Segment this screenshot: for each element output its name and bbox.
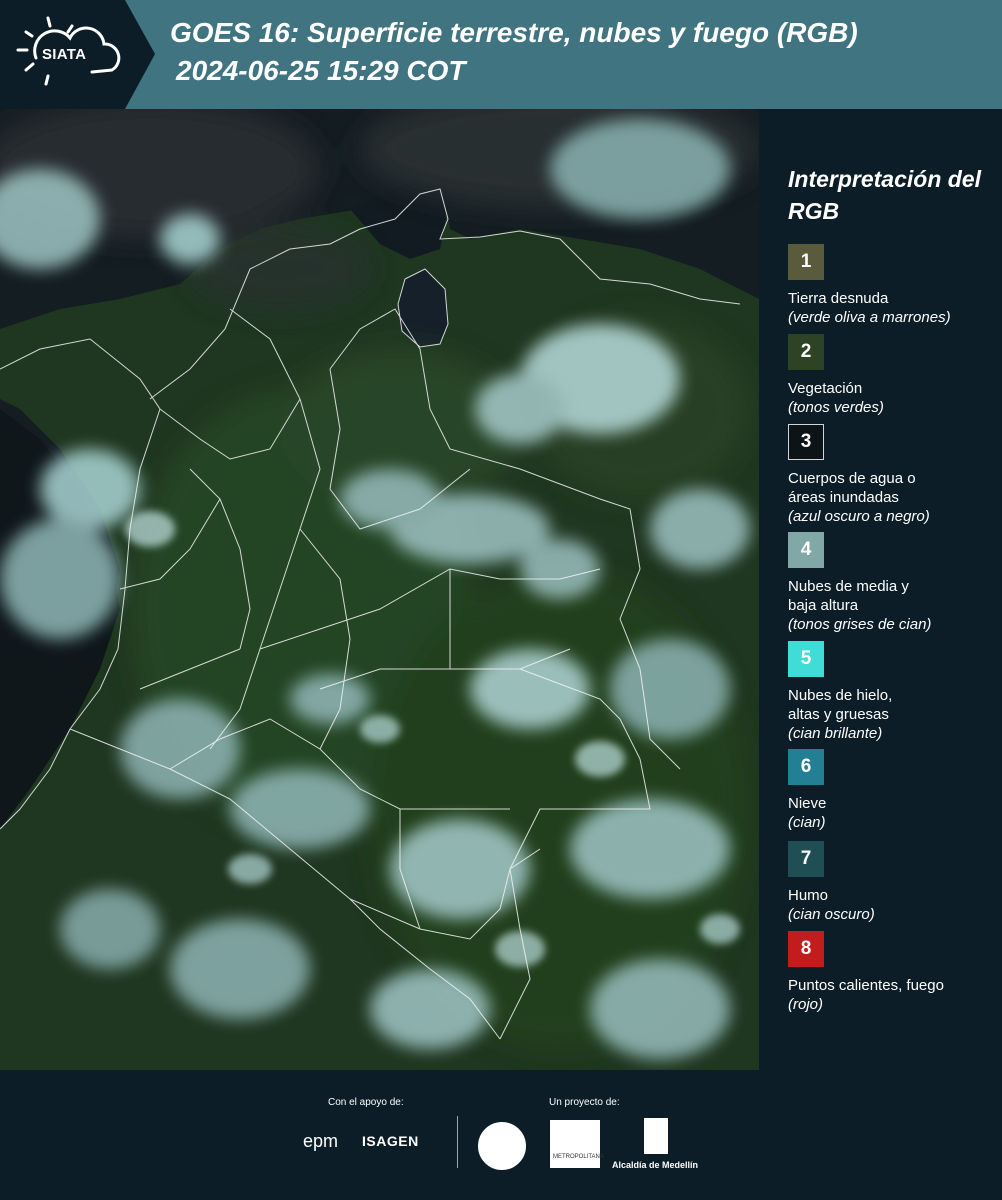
satellite-image	[0, 109, 759, 1070]
legend-item-vegetation: 2 Vegetación (tonos verdes)	[788, 334, 998, 417]
legend-sublabel: (tonos grises de cian)	[788, 616, 932, 633]
legend-swatch: 2	[788, 334, 824, 370]
alcaldia-shield-icon	[644, 1118, 668, 1154]
header-bar: SIATA GOES 16: Superficie terrestre, nub…	[0, 0, 1002, 109]
logo-text: SIATA	[42, 46, 87, 63]
legend-label: Puntos calientes, fuego	[788, 977, 944, 994]
legend-swatch: 6	[788, 749, 824, 785]
legend-sublabel: (cian brillante)	[788, 725, 883, 742]
legend-swatch: 3	[788, 424, 824, 460]
support-label: Con el apoyo de:	[328, 1097, 404, 1108]
legend-item-ice-clouds: 5 Nubes de hielo, altas y gruesas (cian …	[788, 641, 998, 743]
satellite-map-svg	[0, 109, 759, 1070]
legend-sublabel: (rojo)	[788, 996, 824, 1013]
area-metropolitana-logo	[550, 1120, 600, 1168]
legend-item-low-clouds: 4 Nubes de media y baja altura (tonos gr…	[788, 532, 998, 634]
legend-label: Nubes de media y baja altura	[788, 578, 909, 614]
legend-swatch: 7	[788, 841, 824, 877]
title-product: GOES 16: Superficie terrestre, nubes y f…	[170, 17, 858, 48]
legend-panel: Interpretación del RGB 1 Tierra desnuda …	[759, 109, 1002, 1070]
legend-sublabel: (tonos verdes)	[788, 399, 884, 416]
legend-label: Vegetación	[788, 380, 863, 397]
area-metropolitana-text: METROPOLITANA	[553, 1154, 604, 1160]
legend-swatch: 5	[788, 641, 824, 677]
alcaldia-logo-text: Alcaldía de Medellín	[612, 1160, 699, 1170]
siata-logo: SIATA	[0, 0, 160, 109]
project-label: Un proyecto de:	[549, 1097, 620, 1108]
legend-swatch: 4	[788, 532, 824, 568]
epm-logo: epm	[303, 1131, 339, 1151]
university-seal-icon	[478, 1122, 526, 1170]
legend-label: Tierra desnuda	[788, 290, 889, 307]
legend-title: Interpretación del RGB	[788, 166, 981, 224]
legend-label: Humo	[788, 887, 829, 904]
legend-item-snow: 6 Nieve (cian)	[788, 749, 998, 832]
legend-item-bare-soil: 1 Tierra desnuda (verde oliva a marrones…	[788, 244, 998, 327]
legend-item-fire: 8 Puntos calientes, fuego (rojo)	[788, 931, 998, 1014]
footer-sponsors: Con el apoyo de: Un proyecto de: epm ISA…	[0, 1070, 1002, 1200]
legend-sublabel: (azul oscuro a negro)	[788, 508, 930, 525]
isagen-logo: ISAGEN	[362, 1133, 419, 1149]
legend-label: Cuerpos de agua o áreas inundadas	[788, 470, 916, 506]
title-timestamp: 2024-06-25 15:29 COT	[176, 55, 466, 86]
legend-sublabel: (verde oliva a marrones)	[788, 309, 951, 326]
legend-sublabel: (cian oscuro)	[788, 906, 875, 923]
footer-divider	[457, 1116, 458, 1168]
legend-swatch: 8	[788, 931, 824, 967]
legend-sublabel: (cian)	[788, 814, 826, 831]
legend-item-smoke: 7 Humo (cian oscuro)	[788, 841, 998, 924]
legend-item-water: 3 Cuerpos de agua o áreas inundadas (azu…	[788, 424, 998, 526]
legend-label: Nubes de hielo, altas y gruesas	[788, 687, 893, 723]
legend-swatch: 1	[788, 244, 824, 280]
legend-label: Nieve	[788, 795, 827, 812]
